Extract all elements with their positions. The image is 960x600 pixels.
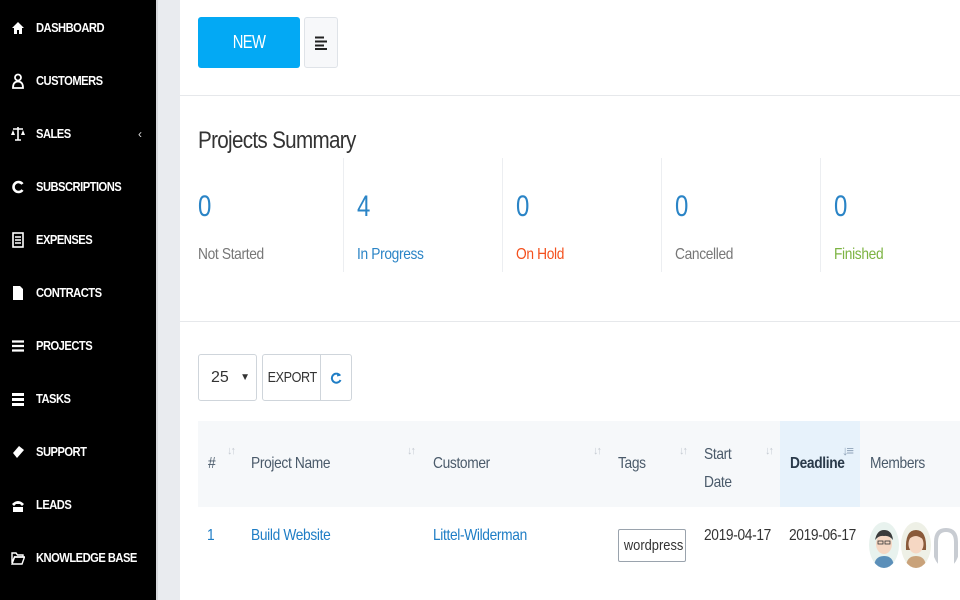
sidebar-edge bbox=[156, 0, 180, 600]
column-header-id[interactable]: # ↓↑ bbox=[198, 421, 242, 507]
sidebar-item-label: PROJECTS bbox=[36, 338, 93, 353]
stat-finished: 0 Finished bbox=[834, 158, 960, 272]
tty-icon bbox=[11, 497, 25, 513]
sidebar-item-label: TASKS bbox=[36, 391, 71, 406]
caret-down-icon: ▼ bbox=[240, 372, 250, 383]
sidebar-item-label: LEADS bbox=[36, 497, 72, 512]
sidebar-item-expenses[interactable]: EXPENSES bbox=[0, 213, 156, 266]
stat-divider bbox=[661, 158, 662, 272]
document-icon bbox=[11, 231, 25, 248]
member-avatar-placeholder[interactable] bbox=[932, 522, 960, 568]
tag-badge: wordpress bbox=[618, 529, 686, 562]
stat-label[interactable]: In Progress bbox=[357, 246, 424, 264]
file-icon bbox=[11, 285, 25, 301]
stat-value: 0 bbox=[834, 190, 848, 223]
column-header-deadline[interactable]: Deadline ↓≡ bbox=[780, 421, 860, 507]
bars-icon bbox=[11, 338, 25, 354]
refresh-icon bbox=[330, 372, 342, 384]
summary-title: Projects Summary bbox=[198, 127, 356, 154]
project-name-link[interactable]: Build Website bbox=[251, 527, 331, 545]
stat-cancelled: 0 Cancelled bbox=[675, 158, 833, 272]
stat-value: 0 bbox=[516, 190, 530, 223]
sidebar-item-label: CUSTOMERS bbox=[36, 73, 103, 88]
stat-value: 0 bbox=[675, 190, 689, 223]
home-icon bbox=[11, 20, 25, 36]
stat-label: Not Started bbox=[198, 246, 264, 263]
stat-on-hold: 0 On Hold bbox=[516, 158, 674, 272]
stat-divider bbox=[820, 158, 821, 272]
sidebar-item-label: CONTRACTS bbox=[36, 285, 102, 300]
column-header-tags[interactable]: Tags ↓↑ bbox=[608, 421, 694, 507]
stat-value: 4 bbox=[357, 190, 371, 223]
summary-toggle-button[interactable] bbox=[304, 17, 338, 68]
stat-in-progress[interactable]: 4 In Progress bbox=[357, 158, 515, 272]
sidebar-item-label: SUBSCRIPTIONS bbox=[36, 179, 122, 194]
sort-icon: ↓↑ bbox=[407, 445, 416, 457]
ticket-icon bbox=[11, 444, 25, 460]
export-button[interactable]: EXPORT bbox=[262, 354, 321, 401]
stat-value: 0 bbox=[198, 190, 212, 223]
sidebar-item-label: SALES bbox=[36, 126, 71, 141]
start-date-cell: 2019-04-17 bbox=[704, 527, 771, 544]
sidebar-item-support[interactable]: SUPPORT bbox=[0, 425, 156, 478]
stat-label: Finished bbox=[834, 246, 884, 263]
sidebar: DASHBOARD CUSTOMERS SALES ‹ SUBSCRIPTION… bbox=[0, 0, 156, 600]
sidebar-item-sales[interactable]: SALES ‹ bbox=[0, 107, 156, 160]
sort-icon: ↓↑ bbox=[593, 445, 602, 457]
refresh-c-icon bbox=[11, 179, 25, 195]
sidebar-item-label: EXPENSES bbox=[36, 232, 93, 247]
new-project-button[interactable]: NEW PROJECT bbox=[198, 17, 300, 103]
member-avatar[interactable] bbox=[869, 522, 899, 568]
sidebar-item-tasks[interactable]: TASKS bbox=[0, 372, 156, 425]
stat-not-started: 0 Not Started bbox=[198, 158, 356, 272]
sort-icon: ↓↑ bbox=[765, 445, 774, 457]
sort-icon: ↓↑ bbox=[679, 445, 688, 457]
sidebar-item-label: DASHBOARD bbox=[36, 20, 105, 35]
folder-open-icon bbox=[11, 550, 25, 566]
row-id[interactable]: 1 bbox=[207, 527, 215, 545]
sidebar-item-dashboard[interactable]: DASHBOARD bbox=[0, 1, 156, 54]
sort-desc-icon: ↓≡ bbox=[841, 443, 854, 458]
balance-scale-icon bbox=[11, 126, 25, 142]
chevron-left-icon[interactable]: ‹ bbox=[138, 127, 142, 141]
sidebar-item-label: SUPPORT bbox=[36, 444, 87, 459]
customer-link[interactable]: Littel-Wilderman bbox=[433, 527, 527, 545]
divider bbox=[180, 321, 960, 322]
sidebar-item-label: KNOWLEDGE BASE bbox=[36, 550, 137, 565]
column-header-members[interactable]: Members bbox=[860, 421, 960, 507]
align-left-icon bbox=[314, 36, 327, 50]
deadline-cell: 2019-06-17 bbox=[789, 527, 856, 544]
column-header-project-name[interactable]: Project Name ↓↑ bbox=[241, 421, 422, 507]
stat-label: Cancelled bbox=[675, 246, 734, 263]
page-length-select[interactable]: 25 ▼ bbox=[198, 354, 257, 401]
stat-label: On Hold bbox=[516, 246, 565, 263]
reload-button[interactable] bbox=[320, 354, 352, 401]
table-header: # ↓↑ Project Name ↓↑ Customer ↓↑ Tags ↓↑ Sta… bbox=[198, 421, 960, 507]
page-length-value: 25 bbox=[211, 369, 229, 386]
sidebar-item-leads[interactable]: LEADS bbox=[0, 478, 156, 531]
stat-divider bbox=[502, 158, 503, 272]
user-icon bbox=[11, 73, 25, 89]
column-header-customer[interactable]: Customer ↓↑ bbox=[423, 421, 608, 507]
divider bbox=[180, 95, 960, 96]
stat-divider bbox=[343, 158, 344, 272]
sidebar-item-contracts[interactable]: CONTRACTS bbox=[0, 266, 156, 319]
sidebar-item-knowledge-base[interactable]: KNOWLEDGE BASE bbox=[0, 531, 156, 584]
sidebar-item-projects[interactable]: PROJECTS bbox=[0, 319, 156, 372]
main-content: NEW PROJECT Projects Summary 0 Not Start… bbox=[180, 0, 960, 600]
sort-icon: ↓↑ bbox=[227, 445, 236, 457]
tasks-icon bbox=[11, 391, 25, 407]
member-avatar[interactable] bbox=[901, 522, 931, 568]
sidebar-item-subscriptions[interactable]: SUBSCRIPTIONS bbox=[0, 160, 156, 213]
sidebar-item-customers[interactable]: CUSTOMERS bbox=[0, 54, 156, 107]
column-header-start-date[interactable]: Start Date ↓↑ bbox=[694, 421, 780, 507]
